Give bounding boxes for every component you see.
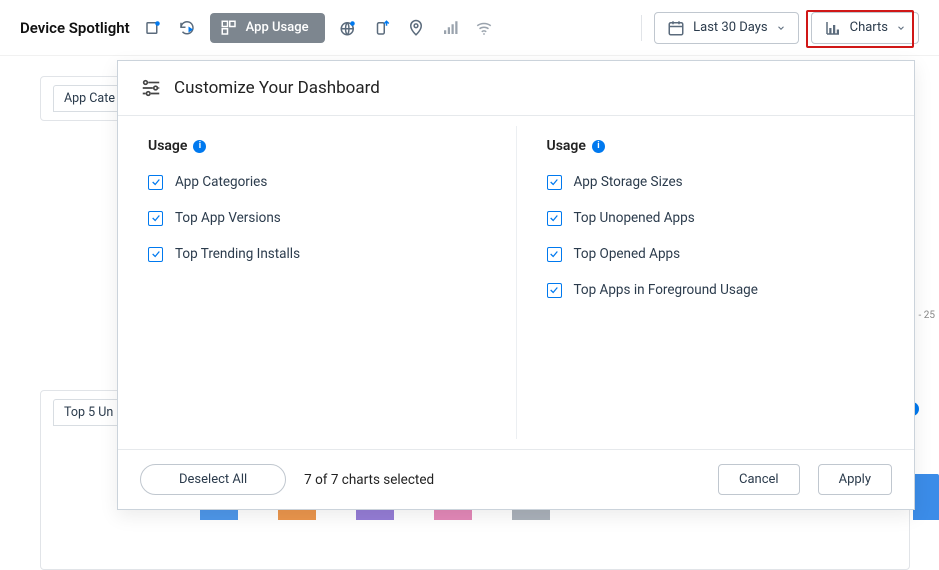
checkbox-checked-icon xyxy=(547,283,562,298)
popover-header: Customize Your Dashboard xyxy=(118,61,914,116)
signal-bars-icon[interactable] xyxy=(439,17,461,39)
selection-status: 7 of 7 charts selected xyxy=(304,472,434,488)
option-label: Top Unopened Apps xyxy=(574,210,695,226)
date-range-label: Last 30 Days xyxy=(693,20,767,35)
info-icon[interactable]: i xyxy=(592,140,605,153)
bar xyxy=(913,474,939,520)
right-col-title: Usage i xyxy=(547,138,885,154)
location-pin-icon[interactable] xyxy=(405,17,427,39)
deselect-all-button[interactable]: Deselect All xyxy=(140,464,286,495)
left-col-title: Usage i xyxy=(148,138,486,154)
checkbox-checked-icon xyxy=(547,175,562,190)
bg-card-upper-tab[interactable]: App Cate xyxy=(53,85,126,112)
customize-dashboard-popover: Customize Your Dashboard Usage i App Cat… xyxy=(117,60,915,510)
info-icon[interactable]: i xyxy=(193,140,206,153)
option-app-categories[interactable]: App Categories xyxy=(148,174,486,190)
page-title: Device Spotlight xyxy=(20,19,130,37)
content-area: App Cate - 25 Top 5 Un - 25 Customize Yo… xyxy=(0,56,939,520)
apply-button[interactable]: Apply xyxy=(818,464,892,495)
chevron-down-icon xyxy=(776,23,786,33)
sliders-icon xyxy=(140,77,162,99)
popover-footer: Deselect All 7 of 7 charts selected Canc… xyxy=(118,449,914,509)
axis-tick: - 25 xyxy=(919,310,935,321)
left-column: Usage i App Categories Top App Versions … xyxy=(118,126,516,439)
open-external-icon[interactable] xyxy=(142,17,164,39)
device-upload-icon[interactable] xyxy=(371,17,393,39)
checkbox-checked-icon xyxy=(547,247,562,262)
popover-title: Customize Your Dashboard xyxy=(174,78,380,98)
option-top-trending-installs[interactable]: Top Trending Installs xyxy=(148,246,486,262)
option-label: Top Apps in Foreground Usage xyxy=(574,282,758,298)
checkbox-checked-icon xyxy=(148,247,163,262)
cancel-button[interactable]: Cancel xyxy=(718,464,800,495)
option-top-unopened-apps[interactable]: Top Unopened Apps xyxy=(547,210,885,226)
popover-body: Usage i App Categories Top App Versions … xyxy=(118,116,914,449)
option-label: App Categories xyxy=(175,174,267,190)
checkbox-checked-icon xyxy=(148,211,163,226)
right-col-title-text: Usage xyxy=(547,138,586,154)
option-label: Top Opened Apps xyxy=(574,246,681,262)
app-usage-label: App Usage xyxy=(246,20,309,35)
refresh-icon[interactable] xyxy=(176,17,198,39)
option-label: Top App Versions xyxy=(175,210,281,226)
option-top-app-versions[interactable]: Top App Versions xyxy=(148,210,486,226)
checkbox-checked-icon xyxy=(148,175,163,190)
checkbox-checked-icon xyxy=(547,211,562,226)
chevron-down-icon xyxy=(896,23,906,33)
option-app-storage-sizes[interactable]: App Storage Sizes xyxy=(547,174,885,190)
option-top-apps-foreground-usage[interactable]: Top Apps in Foreground Usage xyxy=(547,282,885,298)
charts-button[interactable]: Charts xyxy=(811,12,919,44)
charts-label: Charts xyxy=(850,20,888,35)
left-col-title-text: Usage xyxy=(148,138,187,154)
option-label: Top Trending Installs xyxy=(175,246,300,262)
toolbar-divider xyxy=(641,15,642,41)
app-usage-pill[interactable]: App Usage xyxy=(210,13,325,43)
bg-card-lower-tab[interactable]: Top 5 Un xyxy=(53,399,124,426)
option-label: App Storage Sizes xyxy=(574,174,683,190)
globe-icon[interactable] xyxy=(337,17,359,39)
option-top-opened-apps[interactable]: Top Opened Apps xyxy=(547,246,885,262)
date-range-button[interactable]: Last 30 Days xyxy=(654,12,798,44)
toolbar: Device Spotlight App Usage Last 30 Days … xyxy=(0,0,939,56)
right-column: Usage i App Storage Sizes Top Unopened A… xyxy=(516,126,915,439)
wifi-icon[interactable] xyxy=(473,17,495,39)
